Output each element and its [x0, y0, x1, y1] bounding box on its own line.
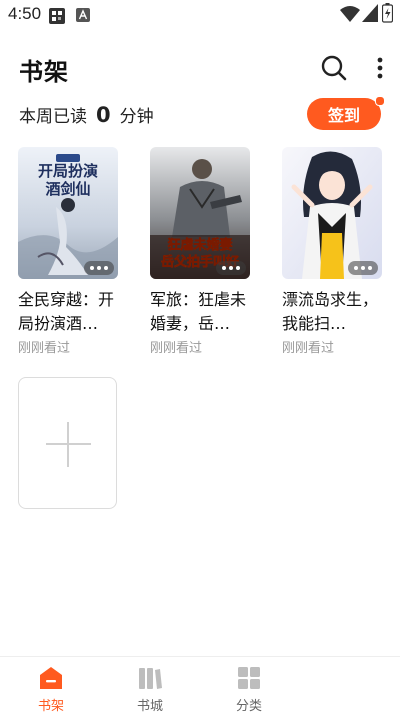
book-item[interactable]: 漂流岛求生，我能扫… 刚刚看过 [282, 147, 382, 356]
font-notification-icon [76, 8, 90, 22]
nav-label: 书城 [136, 699, 163, 714]
book-title: 军旅：狂虐未婚妻，岳… [150, 290, 247, 333]
weekly-reading: 本周已读 0 分钟 [19, 102, 154, 130]
search-icon [321, 55, 347, 81]
category-grid-icon [238, 667, 260, 689]
nav-tab-category[interactable]: 分类 [218, 661, 278, 714]
svg-text:酒剑仙: 酒剑仙 [45, 180, 90, 198]
book-cover-image: 狂虐未婚妻 岳父拍手叫好 [150, 147, 250, 279]
book-last-read: 刚刚看过 [18, 341, 71, 356]
book-cover[interactable]: 狂虐未婚妻 岳父拍手叫好 [150, 147, 250, 279]
weekly-reading-minutes: 0 [96, 103, 111, 127]
nav-label: 书架 [37, 699, 64, 714]
signal-icon [362, 4, 378, 22]
book-last-read: 刚刚看过 [282, 341, 335, 356]
book-cover-image: 开局扮演 酒剑仙 [18, 147, 118, 279]
more-vertical-icon [377, 57, 383, 79]
book-title: 全民穿越：开局扮演酒… [18, 290, 115, 333]
book-cover[interactable] [282, 147, 382, 279]
bottom-nav: 书架 书城 分类 [0, 656, 400, 714]
book-title: 漂流岛求生，我能扫… [282, 290, 379, 333]
checkin-label: 签到 [327, 106, 360, 125]
checkin-button[interactable]: 签到 [307, 98, 381, 130]
nav-label: 分类 [235, 699, 262, 714]
weekly-reading-unit: 分钟 [119, 107, 154, 127]
book-item[interactable]: 开局扮演 酒剑仙 全民穿越：开局扮演酒… 刚刚看过 [18, 147, 118, 356]
battery-icon [382, 3, 393, 23]
book-cover[interactable]: 开局扮演 酒剑仙 [18, 147, 118, 279]
wifi-icon [340, 6, 360, 22]
status-bar: 4:50 [0, 0, 400, 30]
add-book-button[interactable] [18, 377, 117, 509]
bookstore-icon [139, 668, 162, 689]
app-notification-icon [49, 8, 65, 24]
page-title: 书架 [19, 58, 69, 86]
book-cover-image [282, 147, 382, 279]
cover-title-text: 狂虐未婚妻 [167, 237, 232, 253]
bookshelf-icon [40, 667, 62, 689]
weekly-reading-label: 本周已读 [19, 107, 87, 127]
book-item[interactable]: 狂虐未婚妻 岳父拍手叫好 军旅：狂虐未婚妻，岳… 刚刚看过 [150, 147, 250, 356]
nav-tab-bookstore[interactable]: 书城 [119, 661, 179, 714]
status-time: 4:50 [8, 4, 42, 23]
nav-tab-bookshelf[interactable]: 书架 [20, 661, 80, 714]
book-more-button[interactable] [348, 261, 378, 275]
cover-title-text: 开局扮演 [38, 162, 98, 180]
book-more-button[interactable] [84, 261, 114, 275]
book-more-button[interactable] [216, 261, 246, 275]
checkin-badge-dot [375, 96, 385, 106]
book-last-read: 刚刚看过 [150, 341, 203, 356]
more-options-button[interactable] [369, 52, 391, 84]
search-button[interactable] [318, 52, 350, 84]
